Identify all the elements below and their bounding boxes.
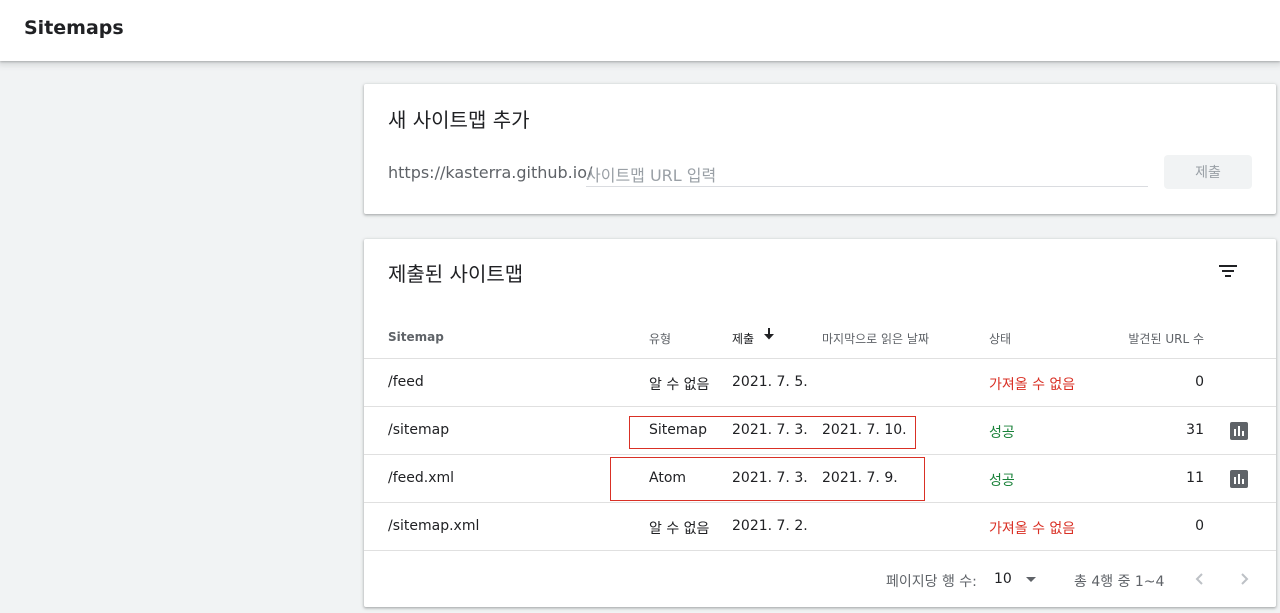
top-app-bar: Sitemaps [0, 0, 1280, 61]
column-header-sitemap[interactable]: Sitemap [388, 330, 444, 344]
sitemap-type: Atom [649, 470, 687, 486]
submitted-date: 2021. 7. 2. [732, 518, 808, 534]
last-read-date: 2021. 7. 10. [822, 422, 907, 438]
add-sitemap-title: 새 사이트맵 추가 [388, 108, 530, 132]
table-row[interactable]: /sitemap.xml 알 수 없음 2021. 7. 2. 가져올 수 없음… [364, 503, 1276, 551]
bar-chart-icon [1230, 470, 1248, 488]
discovered-url-count: 11 [1186, 470, 1204, 486]
status-text: 성공 [989, 473, 1015, 489]
next-page-button[interactable] [1232, 567, 1256, 591]
dropdown-arrow-icon [1026, 577, 1036, 582]
sitemap-type: 알 수 없음 [649, 521, 710, 537]
chevron-left-icon [1195, 573, 1203, 585]
view-report-button[interactable] [1230, 470, 1248, 488]
rows-per-page-value: 10 [994, 571, 1012, 587]
filter-list-icon [1219, 265, 1237, 277]
sitemap-path: /sitemap [388, 422, 450, 438]
site-url-prefix: https://kasterra.github.io/ [388, 163, 593, 182]
submitted-date: 2021. 7. 5. [732, 374, 808, 390]
table-row[interactable]: /sitemap Sitemap 2021. 7. 3. 2021. 7. 10… [364, 407, 1276, 455]
pagination-range: 총 4행 중 1~4 [1074, 574, 1165, 590]
table-header: Sitemap 유형 제출 마지막으로 읽은 날짜 상태 발견된 URL 수 [364, 315, 1276, 359]
discovered-url-count: 0 [1195, 518, 1204, 534]
sitemap-url-input[interactable] [586, 162, 1148, 187]
submitted-date: 2021. 7. 3. [732, 422, 808, 438]
page-title: Sitemaps [24, 17, 124, 39]
last-read-date: 2021. 7. 9. [822, 470, 898, 486]
discovered-url-count: 0 [1195, 374, 1204, 390]
submitted-sitemaps-card: 제출된 사이트맵 Sitemap 유형 제출 마지막으로 읽은 날짜 상태 발견… [364, 239, 1276, 607]
column-header-type[interactable]: 유형 [649, 330, 671, 347]
sitemap-type: 알 수 없음 [649, 377, 710, 393]
submitted-sitemaps-title: 제출된 사이트맵 [388, 262, 524, 286]
table-row[interactable]: /feed.xml Atom 2021. 7. 3. 2021. 7. 9. 성… [364, 455, 1276, 503]
column-header-last-read[interactable]: 마지막으로 읽은 날짜 [822, 330, 929, 347]
arrow-down-icon[interactable] [762, 326, 776, 342]
table-row[interactable]: /feed 알 수 없음 2021. 7. 5. 가져올 수 없음 0 [364, 359, 1276, 407]
chevron-right-icon [1241, 573, 1249, 585]
bar-chart-icon [1230, 422, 1248, 440]
sitemap-path: /sitemap.xml [388, 518, 480, 534]
submit-button[interactable]: 제출 [1164, 155, 1252, 189]
column-header-submitted[interactable]: 제출 [732, 330, 754, 347]
discovered-url-count: 31 [1186, 422, 1204, 438]
status-text: 성공 [989, 425, 1015, 441]
add-sitemap-card: 새 사이트맵 추가 https://kasterra.github.io/ 제출 [364, 84, 1276, 214]
column-header-discovered-urls[interactable]: 발견된 URL 수 [1128, 330, 1204, 347]
view-report-button[interactable] [1230, 422, 1248, 440]
filter-button[interactable] [1212, 255, 1244, 287]
status-text: 가져올 수 없음 [989, 377, 1076, 393]
sitemap-type: Sitemap [649, 422, 707, 438]
previous-page-button[interactable] [1188, 567, 1212, 591]
status-text: 가져올 수 없음 [989, 521, 1076, 537]
column-header-status[interactable]: 상태 [989, 330, 1011, 347]
sitemap-path: /feed.xml [388, 470, 455, 486]
submitted-date: 2021. 7. 3. [732, 470, 808, 486]
rows-per-page-select[interactable]: 10 [984, 567, 1044, 591]
rows-per-page-label: 페이지당 행 수: [886, 574, 977, 590]
sitemap-path: /feed [388, 374, 424, 390]
